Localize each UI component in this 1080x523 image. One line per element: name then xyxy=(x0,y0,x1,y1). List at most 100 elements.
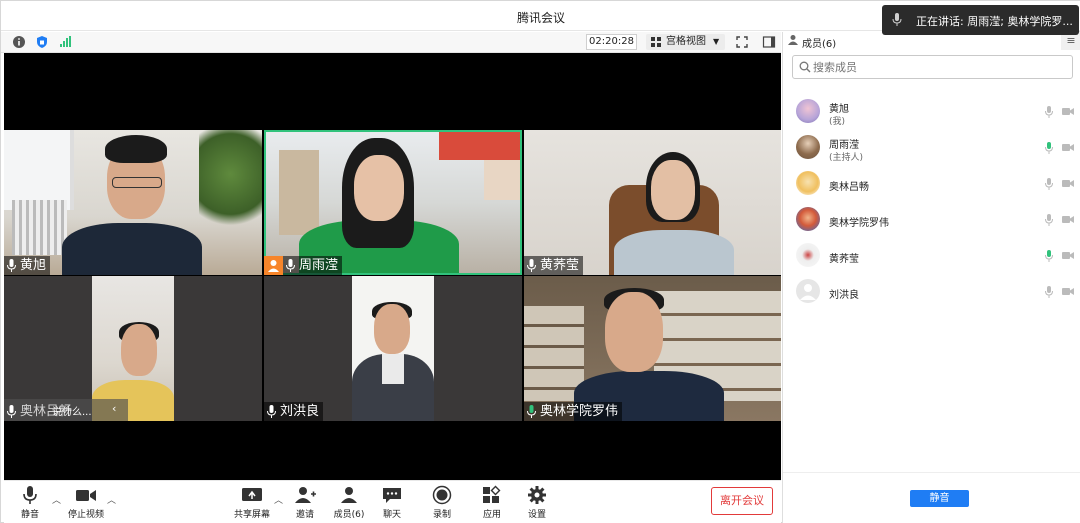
stop-video-button[interactable]: 停止视频 xyxy=(62,485,110,521)
signal-icon[interactable] xyxy=(58,35,72,49)
member-name: 黄旭 xyxy=(829,104,849,115)
video-feed xyxy=(524,276,781,421)
leave-meeting-button[interactable]: 离开会议 xyxy=(711,487,773,515)
chat-label: 聊天 xyxy=(382,510,401,520)
host-badge xyxy=(264,256,283,275)
chevron-up-icon[interactable]: ︿ xyxy=(107,493,116,506)
default-avatar-icon xyxy=(800,284,816,300)
mute-label: 静音 xyxy=(20,510,39,520)
control-bar: 静音 ︿ 停止视频 ︿ 共享屏幕 ︿ 邀请 成员(6) 聊天 录制 应用 设置 … xyxy=(4,480,781,523)
share-screen-icon xyxy=(242,488,262,501)
sidebar-toggle-icon[interactable] xyxy=(762,35,776,49)
members-icon xyxy=(341,487,357,503)
video-feed xyxy=(264,276,522,421)
camera-icon[interactable] xyxy=(1062,251,1074,260)
participant-name: 刘洪良 xyxy=(280,404,320,419)
member-name: 奥林学院罗伟 xyxy=(829,218,889,229)
participant-name: 奥林学院罗伟 xyxy=(540,404,619,419)
video-tile-huangxu[interactable]: 黄旭 xyxy=(4,130,262,275)
stop-video-label: 停止视频 xyxy=(67,510,104,520)
member-item[interactable]: 刘洪良 xyxy=(783,275,1080,309)
member-item[interactable]: 奥林吕畅 xyxy=(783,167,1080,201)
shield-icon[interactable] xyxy=(35,35,49,49)
members-button[interactable]: 成员(6) xyxy=(327,485,371,521)
invite-button[interactable]: 邀请 xyxy=(285,485,325,521)
meeting-timer: 02:20:28 xyxy=(586,34,637,50)
speaking-indicator: 正在讲话: 周雨滢; 奥林学院罗... xyxy=(882,5,1079,35)
member-search-input[interactable] xyxy=(813,59,1063,75)
video-tile-aolinlvchang[interactable]: 说什么... ‹ 奥林吕畅 xyxy=(4,276,262,421)
record-label: 录制 xyxy=(432,510,451,520)
video-tile-liuhongliang[interactable]: 刘洪良 xyxy=(264,276,522,421)
member-item[interactable]: 奥林学院罗伟 xyxy=(783,203,1080,237)
view-label: 宫格视图 xyxy=(666,36,706,47)
invite-label: 邀请 xyxy=(295,510,314,520)
video-tile-huangqiaoying[interactable]: 黄荞莹 xyxy=(524,130,781,275)
participant-name-tag: 黄旭 xyxy=(4,256,51,275)
video-feed xyxy=(524,130,781,275)
grid-view-dropdown[interactable]: 宫格视图 ▼ xyxy=(646,34,725,50)
video-feed xyxy=(4,130,262,275)
meeting-toolbar: 02:20:28 宫格视图 ▼ xyxy=(1,32,781,53)
apps-button[interactable]: 应用 xyxy=(472,485,512,521)
chat-button[interactable]: 聊天 xyxy=(372,485,412,521)
camera-icon[interactable] xyxy=(1062,287,1074,296)
chevron-up-icon[interactable]: ︿ xyxy=(52,493,61,506)
member-item[interactable]: 黄荞莹 xyxy=(783,239,1080,273)
member-search[interactable] xyxy=(792,55,1073,79)
chevron-down-icon: ▼ xyxy=(713,37,720,46)
fullscreen-icon[interactable] xyxy=(735,35,749,49)
camera-icon[interactable] xyxy=(1062,143,1074,152)
participant-name: 黄旭 xyxy=(20,258,47,273)
microphone-icon[interactable] xyxy=(1045,214,1053,226)
record-icon xyxy=(432,485,452,505)
record-button[interactable]: 录制 xyxy=(422,485,462,521)
members-panel: 成员(6) ≡ 黄旭 (我) 周雨滢 (主持人) 奥林吕畅 xyxy=(782,32,1080,523)
avatar xyxy=(796,99,820,123)
avatar xyxy=(796,171,820,195)
member-item[interactable]: 黄旭 (我) xyxy=(783,95,1080,129)
avatar xyxy=(796,279,820,303)
microphone-icon xyxy=(892,13,902,26)
video-tile-zhouyuying[interactable]: 周雨滢 xyxy=(264,130,522,275)
info-icon[interactable] xyxy=(12,35,26,49)
mute-all-button[interactable]: 静音 xyxy=(910,490,969,507)
microphone-icon[interactable] xyxy=(1045,178,1053,190)
microphone-icon[interactable] xyxy=(1045,286,1053,298)
mute-button[interactable]: 静音 xyxy=(10,485,50,521)
host-icon xyxy=(268,260,279,272)
chevron-up-icon[interactable]: ︿ xyxy=(274,493,283,506)
chevron-left-icon[interactable]: ‹ xyxy=(112,402,116,415)
microphone-icon xyxy=(7,405,16,418)
share-screen-button[interactable]: 共享屏幕 xyxy=(231,485,273,521)
members-label: 成员(6) xyxy=(333,510,365,520)
members-icon xyxy=(788,35,798,45)
member-role: (我) xyxy=(829,117,846,127)
settings-label: 设置 xyxy=(527,510,546,520)
participant-name: 周雨滢 xyxy=(299,258,339,273)
member-name: 奥林吕畅 xyxy=(829,182,869,193)
meeting-window: 腾讯会议 正在讲话: 周雨滢; 奥林学院罗... 02:20:28 宫格视图 ▼ xyxy=(0,0,1080,523)
avatar xyxy=(796,207,820,231)
gear-icon xyxy=(528,486,546,504)
camera-icon[interactable] xyxy=(1062,215,1074,224)
participant-name-tag: 周雨滢 xyxy=(283,256,343,275)
settings-button[interactable]: 设置 xyxy=(517,485,557,521)
grid-icon xyxy=(651,37,661,47)
member-name: 黄荞莹 xyxy=(829,254,859,265)
microphone-active-icon[interactable] xyxy=(1045,142,1053,154)
camera-icon[interactable] xyxy=(1062,179,1074,188)
chat-icon xyxy=(383,488,401,503)
participant-name: 奥林吕畅 xyxy=(20,404,73,419)
microphone-icon xyxy=(7,259,16,272)
member-item[interactable]: 周雨滢 (主持人) xyxy=(783,131,1080,165)
invite-user-icon xyxy=(295,487,316,503)
microphone-icon xyxy=(527,259,536,272)
member-role: (主持人) xyxy=(829,153,864,163)
microphone-active-icon[interactable] xyxy=(1045,250,1053,262)
members-panel-footer: 静音 xyxy=(783,472,1080,523)
video-grid: 黄旭 周雨滢 黄荞莹 说什么... ‹ 奥林吕畅 刘洪良 奥林学院罗伟 xyxy=(4,53,781,480)
camera-icon[interactable] xyxy=(1062,107,1074,116)
microphone-icon[interactable] xyxy=(1045,106,1053,118)
video-tile-aolinxueyuanluowei[interactable]: 奥林学院罗伟 xyxy=(524,276,781,421)
